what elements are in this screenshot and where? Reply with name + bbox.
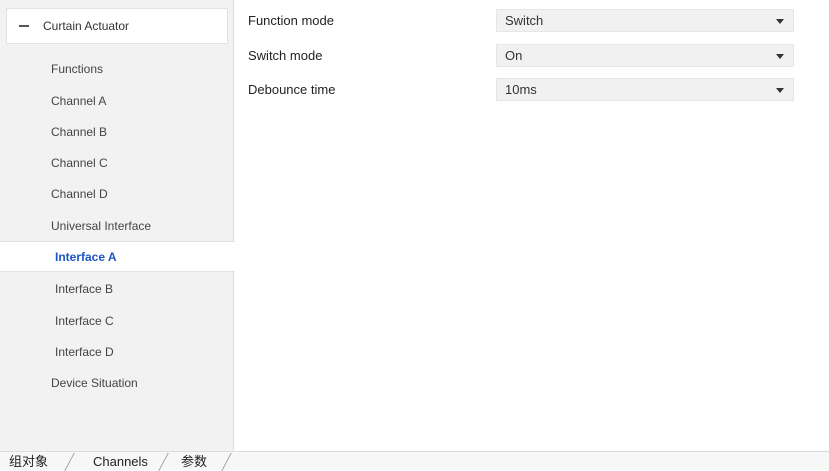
tab-group-objects[interactable]: 组对象 — [9, 452, 48, 471]
sidebar-item-interface-a[interactable]: Interface A — [0, 241, 235, 272]
chevron-down-icon[interactable] — [776, 54, 784, 59]
sidebar-item-label: Interface A — [55, 249, 117, 264]
sidebar-item-interface-d[interactable]: Interface D — [0, 336, 234, 367]
debounce-time-select[interactable]: 10ms — [496, 78, 794, 101]
select-value: Switch — [505, 13, 544, 28]
sidebar-item-channel-c[interactable]: Channel C — [0, 147, 234, 178]
param-row-function-mode: Function mode Switch — [248, 9, 794, 32]
minus-icon[interactable] — [19, 25, 29, 27]
sidebar-header-title: Curtain Actuator — [43, 19, 130, 33]
chevron-down-icon[interactable] — [776, 88, 784, 93]
param-row-switch-mode: Switch mode On — [248, 44, 794, 67]
sidebar-item-label: Interface B — [55, 281, 114, 296]
select-value: On — [505, 48, 523, 63]
sidebar-item-label: Interface C — [55, 313, 114, 328]
sidebar-item-label: Universal Interface — [51, 218, 152, 233]
function-mode-select[interactable]: Switch — [496, 9, 794, 32]
sidebar-item-functions[interactable]: Functions — [0, 53, 234, 84]
sidebar-item-label: Interface D — [55, 344, 114, 359]
param-row-debounce-time: Debounce time 10ms — [248, 78, 794, 101]
tab-separator — [64, 453, 75, 471]
sidebar-item-interface-c[interactable]: Interface C — [0, 305, 234, 336]
sidebar-item-channel-b[interactable]: Channel B — [0, 116, 234, 147]
tab-parameters[interactable]: 参数 — [181, 452, 207, 471]
sidebar-item-channel-a[interactable]: Channel A — [0, 85, 234, 116]
param-label: Debounce time — [248, 82, 336, 97]
param-label: Switch mode — [248, 48, 323, 63]
param-label: Function mode — [248, 13, 334, 28]
sidebar: Curtain Actuator Functions Channel A Cha… — [0, 0, 235, 451]
sidebar-item-label: Device Situation — [51, 375, 138, 390]
sidebar-item-device-situation[interactable]: Device Situation — [0, 367, 234, 398]
sidebar-item-label: Channel D — [51, 186, 108, 201]
bottom-tab-bar: 组对象 Channels 参数 — [0, 451, 829, 471]
switch-mode-select[interactable]: On — [496, 44, 794, 67]
tab-separator — [221, 453, 232, 471]
sidebar-header-curtain-actuator[interactable]: Curtain Actuator — [6, 8, 228, 44]
select-value: 10ms — [505, 82, 537, 97]
sidebar-item-label: Channel A — [51, 93, 107, 108]
chevron-down-icon[interactable] — [776, 19, 784, 24]
tab-separator — [158, 453, 169, 471]
sidebar-item-label: Channel C — [51, 155, 108, 170]
sidebar-item-label: Channel B — [51, 124, 108, 139]
sidebar-item-universal-interface[interactable]: Universal Interface — [0, 210, 234, 241]
sidebar-item-channel-d[interactable]: Channel D — [0, 178, 234, 209]
tab-channels[interactable]: Channels — [93, 452, 148, 471]
sidebar-item-label: Functions — [51, 61, 104, 76]
sidebar-item-interface-b[interactable]: Interface B — [0, 273, 234, 304]
